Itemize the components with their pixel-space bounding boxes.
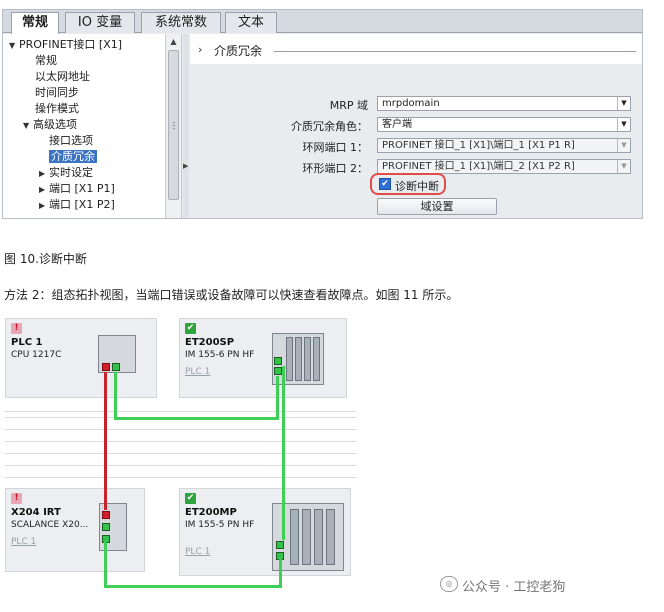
dropdown-arrow-icon[interactable]: ▼ xyxy=(617,97,630,110)
port-p1-error[interactable] xyxy=(102,363,110,371)
wechat-logo-icon: ◎ xyxy=(440,576,458,592)
scroll-up-icon[interactable]: ▲ xyxy=(168,36,179,47)
io-module xyxy=(314,509,323,565)
port-p2[interactable] xyxy=(112,363,120,371)
settings-panel: › 介质冗余 MRP 域 mrpdomain ▼ 介质冗余角色： 客户端 ▼ 环网端… xyxy=(190,34,642,218)
body-paragraph: 方法 2：组态拓扑视图，当端口错误或设备故障可以快速查看故障点。如图 11 所示… xyxy=(4,288,459,302)
tree-item-ethernet-address[interactable]: 以太网地址 xyxy=(35,69,90,84)
link-x204-et200mp[interactable] xyxy=(104,585,282,588)
device-plc1[interactable]: ! PLC 1 CPU 1217C xyxy=(5,318,157,398)
tree-item-time-sync[interactable]: 时间同步 xyxy=(35,85,79,100)
network-link[interactable]: PLC 1 xyxy=(185,547,210,557)
device-et200mp[interactable]: ✔ ET200MP IM 155-5 PN HF PLC 1 xyxy=(179,488,351,576)
ok-status-icon: ✔ xyxy=(185,323,196,334)
port-p2[interactable] xyxy=(274,367,282,375)
tab-io-tags[interactable]: IO 变量 xyxy=(65,12,135,33)
grid-line xyxy=(5,411,357,412)
ring-port-1-select[interactable]: PROFINET 接口_1 [X1]\端口_1 [X1 P1 R] ▼ xyxy=(377,138,631,153)
grid-line xyxy=(5,441,357,442)
grid-line xyxy=(5,429,357,430)
network-link[interactable]: PLC 1 xyxy=(11,537,36,547)
network-link[interactable]: PLC 1 xyxy=(185,367,210,377)
tree-item-port-p2[interactable]: ▶ 端口 [X1 P2] xyxy=(39,197,115,213)
expand-arrow-icon[interactable]: ▶ xyxy=(39,198,49,213)
dropdown-arrow-icon[interactable]: ▼ xyxy=(617,160,630,173)
topology-view: ! PLC 1 CPU 1217C ✔ ET200SP IM 155-6 PN … xyxy=(5,318,357,603)
expand-arrow-icon[interactable]: ▼ xyxy=(9,38,19,53)
io-module xyxy=(326,509,335,565)
error-status-icon: ! xyxy=(11,323,22,334)
io-module xyxy=(295,337,302,381)
ring-port-2-label: 环形端口 2： xyxy=(302,162,369,175)
ring-port-2-select[interactable]: PROFINET 接口_1 [X1]\端口_2 [X1 P2 R] ▼ xyxy=(377,159,631,174)
diagnostic-interrupt-label[interactable]: 诊断中断 xyxy=(395,178,439,194)
link-x204-et200mp[interactable] xyxy=(104,542,107,588)
grid-line xyxy=(5,477,357,478)
link-plc-x204-faulty[interactable] xyxy=(104,372,107,510)
ok-status-icon: ✔ xyxy=(185,493,196,504)
mrp-domain-select[interactable]: mrpdomain ▼ xyxy=(377,96,631,111)
splitter-arrow-icon[interactable]: ▶ xyxy=(183,162,188,170)
port-p1[interactable] xyxy=(274,357,282,365)
link-et200sp-et200mp[interactable] xyxy=(282,366,285,540)
figure-caption: 图 10.诊断中断 xyxy=(4,252,87,266)
device-et200sp[interactable]: ✔ ET200SP IM 155-6 PN HF PLC 1 xyxy=(179,318,347,398)
link-plc-et200sp[interactable] xyxy=(114,372,117,420)
grid-line xyxy=(5,465,357,466)
section-header[interactable]: › 介质冗余 xyxy=(190,34,642,64)
link-x204-et200mp[interactable] xyxy=(279,559,282,588)
expand-arrow-icon[interactable]: ▶ xyxy=(39,182,49,197)
ring-port-1-label: 环网端口 1： xyxy=(302,141,369,154)
section-title: 介质冗余 xyxy=(214,44,263,58)
tree-item-general[interactable]: 常规 xyxy=(35,53,57,68)
error-status-icon: ! xyxy=(11,493,22,504)
diagnostic-interrupt-checkbox[interactable]: ✔ xyxy=(379,178,391,190)
tab-bar: 常规 IO 变量 系统常数 文本 xyxy=(3,10,642,34)
dropdown-arrow-icon[interactable]: ▼ xyxy=(617,118,630,131)
mrp-domain-label: MRP 域 xyxy=(329,99,368,112)
io-module xyxy=(304,337,311,381)
pane-splitter[interactable]: ▶ xyxy=(183,34,189,218)
tree-item-advanced-options[interactable]: ▼ 高级选项 xyxy=(23,117,77,133)
port-p1-error[interactable] xyxy=(102,511,110,519)
chevron-right-icon[interactable]: › xyxy=(198,43,202,56)
tab-texts[interactable]: 文本 xyxy=(225,12,277,33)
properties-dialog: 常规 IO 变量 系统常数 文本 ▼ PROFINET接口 [X1] 常规 以太网… xyxy=(2,9,643,219)
io-module xyxy=(302,509,311,565)
grid-line xyxy=(5,453,357,454)
tree-item-port-p1[interactable]: ▶ 端口 [X1 P1] xyxy=(39,181,115,197)
navigation-tree: ▼ PROFINET接口 [X1] 常规 以太网地址 时间同步 操作模式 ▼ 高级选… xyxy=(3,34,182,218)
scrollbar-thumb[interactable]: --- xyxy=(168,50,179,200)
port-p1[interactable] xyxy=(276,541,284,549)
device-x204-irt[interactable]: ! X204 IRT SCALANCE X20... PLC 1 xyxy=(5,488,145,572)
link-plc-et200sp[interactable] xyxy=(276,376,279,420)
link-plc-et200sp[interactable] xyxy=(114,417,279,420)
grip-icon: --- xyxy=(172,118,176,133)
tree-item-media-redundancy[interactable]: 介质冗余 xyxy=(49,149,97,164)
redundancy-role-label: 介质冗余角色： xyxy=(291,120,368,133)
io-module xyxy=(286,337,293,381)
port-p2[interactable] xyxy=(102,523,110,531)
tab-general[interactable]: 常规 xyxy=(11,12,59,34)
expand-arrow-icon[interactable]: ▼ xyxy=(23,118,33,133)
tab-system-constants[interactable]: 系统常数 xyxy=(141,12,221,33)
diagnostic-interrupt-highlight: ✔ 诊断中断 xyxy=(370,173,446,195)
watermark: 公众号 · 工控老狗 xyxy=(462,580,566,595)
tree-item-interface-options[interactable]: 接口选项 xyxy=(49,133,93,148)
io-module xyxy=(313,337,320,381)
domain-settings-button[interactable]: 域设置 xyxy=(377,198,497,215)
dropdown-arrow-icon[interactable]: ▼ xyxy=(617,139,630,152)
tree-item-operating-mode[interactable]: 操作模式 xyxy=(35,101,79,116)
tree-item-realtime-settings[interactable]: ▶ 实时设定 xyxy=(39,165,93,181)
tree-item-profinet-interface[interactable]: ▼ PROFINET接口 [X1] xyxy=(9,37,122,53)
section-divider xyxy=(274,51,636,52)
tree-scrollbar[interactable]: ▲ --- xyxy=(165,34,181,218)
redundancy-role-select[interactable]: 客户端 ▼ xyxy=(377,117,631,132)
expand-arrow-icon[interactable]: ▶ xyxy=(39,166,49,181)
io-module xyxy=(290,509,299,565)
